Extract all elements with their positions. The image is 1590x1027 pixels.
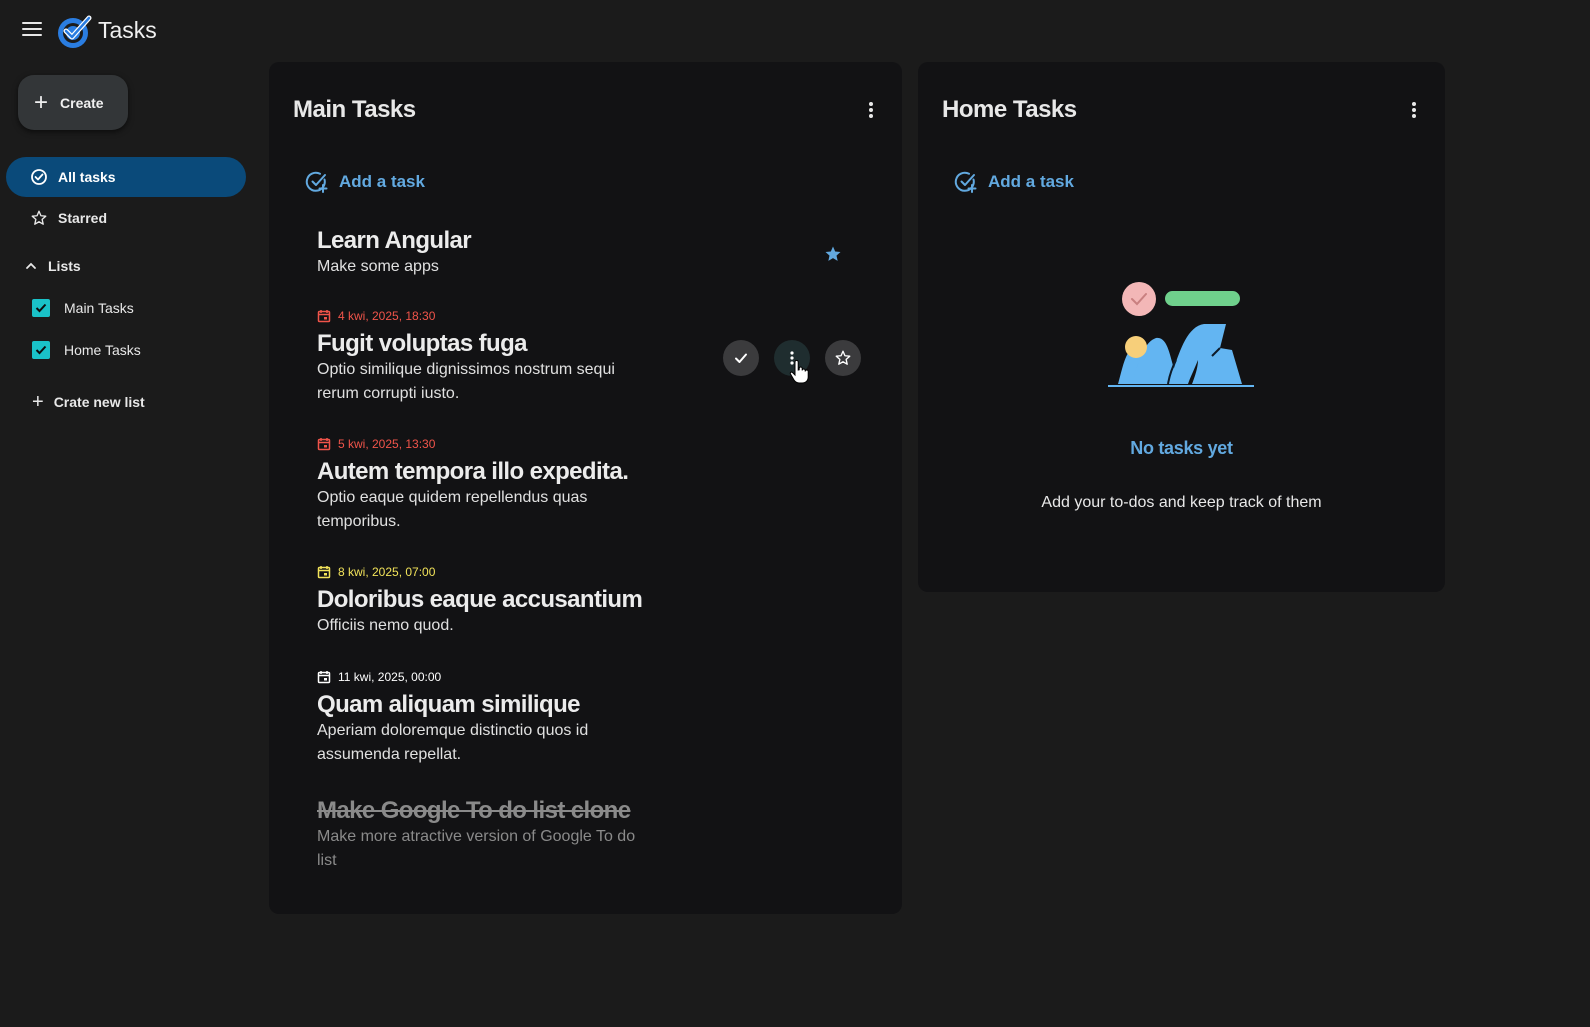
add-task-icon (954, 171, 977, 193)
task-due-date: 5 kwi, 2025, 13:30 (317, 437, 657, 451)
checkmark-icon (735, 353, 747, 363)
task-description: Make some apps (317, 258, 439, 275)
add-task-label: Add a task (339, 172, 425, 191)
task-date-text: 5 kwi, 2025, 13:30 (338, 437, 436, 451)
task-title: Autem tempora illo expedita. (317, 458, 629, 485)
task-more-button[interactable] (774, 340, 810, 376)
task-description: Officiis nemo quod. (317, 617, 454, 634)
task-item[interactable]: 5 kwi, 2025, 13:30 Autem tempora illo ex… (317, 437, 657, 534)
hamburger-menu-icon[interactable] (18, 18, 46, 42)
calendar-icon (317, 310, 331, 323)
add-task-button[interactable]: Add a task (305, 170, 425, 194)
star-outline-icon (31, 210, 47, 225)
calendar-icon (317, 566, 331, 579)
task-description: Aperiam doloremque distinctio quos id as… (317, 722, 589, 763)
more-vert-icon[interactable] (1402, 98, 1426, 122)
star-outline-icon (835, 350, 851, 365)
sidebar-list-main-tasks[interactable]: Main Tasks (32, 299, 134, 317)
task-title: Learn Angular (317, 227, 472, 254)
calendar-icon (317, 671, 331, 684)
task-due-date: 4 kwi, 2025, 18:30 (317, 309, 657, 323)
list-checkbox[interactable] (32, 299, 50, 317)
task-description: Optio similique dignissimos nostrum sequ… (317, 361, 615, 402)
calendar-icon (317, 438, 331, 451)
more-vert-icon (790, 351, 794, 365)
checkmark-icon (35, 345, 47, 355)
empty-state-title: No tasks yet (1130, 438, 1233, 458)
task-title: Fugit voluptas fuga (317, 330, 528, 357)
create-button[interactable]: + Create (18, 75, 128, 130)
empty-state-subtitle: Add your to-dos and keep track of them (1041, 494, 1322, 511)
app-title: Tasks (98, 17, 157, 43)
add-task-label: Add a task (988, 172, 1074, 191)
task-description: Make more atractive version of Google To… (317, 828, 636, 869)
task-description: Optio eaque quidem repellendus quas temp… (317, 489, 588, 530)
task-due-date: 8 kwi, 2025, 07:00 (317, 565, 657, 579)
plus-icon: + (34, 88, 49, 116)
top-bar: Tasks (0, 0, 1590, 60)
task-item[interactable]: 11 kwi, 2025, 00:00 Quam aliquam similiq… (317, 670, 657, 767)
task-date-text: 11 kwi, 2025, 00:00 (338, 670, 442, 684)
task-item[interactable]: 8 kwi, 2025, 07:00 Doloribus eaque accus… (317, 565, 657, 638)
lists-section-toggle[interactable]: Lists (24, 258, 81, 274)
task-title: Quam aliquam similique (317, 691, 580, 718)
panel-title: Home Tasks (942, 96, 1077, 123)
checkmark-icon (35, 303, 47, 313)
task-date-text: 4 kwi, 2025, 18:30 (338, 309, 436, 323)
empty-tasks-illustration (1108, 282, 1254, 387)
task-date-text: 8 kwi, 2025, 07:00 (338, 565, 436, 579)
task-item[interactable]: 4 kwi, 2025, 18:30 Fugit voluptas fuga O… (317, 309, 657, 406)
sidebar-item-label: All tasks (58, 169, 116, 185)
star-filled-icon[interactable] (823, 244, 843, 264)
create-list-label: Crate new list (53, 394, 145, 410)
list-checkbox[interactable] (32, 341, 50, 359)
tasks-logo-icon (58, 15, 92, 48)
main-tasks-panel: Main Tasks Add a task Learn Angular Make… (269, 62, 902, 914)
task-item[interactable]: Learn Angular Make some apps (317, 226, 657, 279)
chevron-up-icon (26, 262, 36, 269)
sidebar-item-all-tasks[interactable]: All tasks (6, 157, 246, 197)
lists-header-label: Lists (48, 258, 81, 274)
complete-task-button[interactable] (723, 340, 759, 376)
task-title: Doloribus eaque accusantium (317, 586, 643, 613)
create-new-list-button[interactable]: + Crate new list (32, 392, 145, 412)
completed-task-item[interactable]: Make Google To do list clone Make more a… (317, 796, 657, 873)
sidebar-list-label: Home Tasks (64, 342, 141, 358)
home-tasks-panel: Home Tasks Add a task No tasks yet Add y… (918, 62, 1445, 592)
task-title: Make Google To do list clone (317, 797, 631, 824)
task-due-date: 11 kwi, 2025, 00:00 (317, 670, 657, 684)
add-task-button[interactable]: Add a task (954, 170, 1074, 194)
create-button-label: Create (60, 94, 104, 111)
more-vert-icon[interactable] (859, 98, 883, 122)
check-circle-icon (31, 169, 47, 185)
panel-title: Main Tasks (293, 96, 416, 123)
sidebar-item-label: Starred (58, 210, 108, 226)
sidebar-item-starred[interactable]: Starred (6, 198, 246, 238)
sidebar-list-home-tasks[interactable]: Home Tasks (32, 341, 141, 359)
add-task-icon (305, 171, 328, 193)
sidebar-list-label: Main Tasks (64, 300, 134, 316)
star-task-button[interactable] (825, 340, 861, 376)
plus-icon: + (32, 391, 44, 413)
